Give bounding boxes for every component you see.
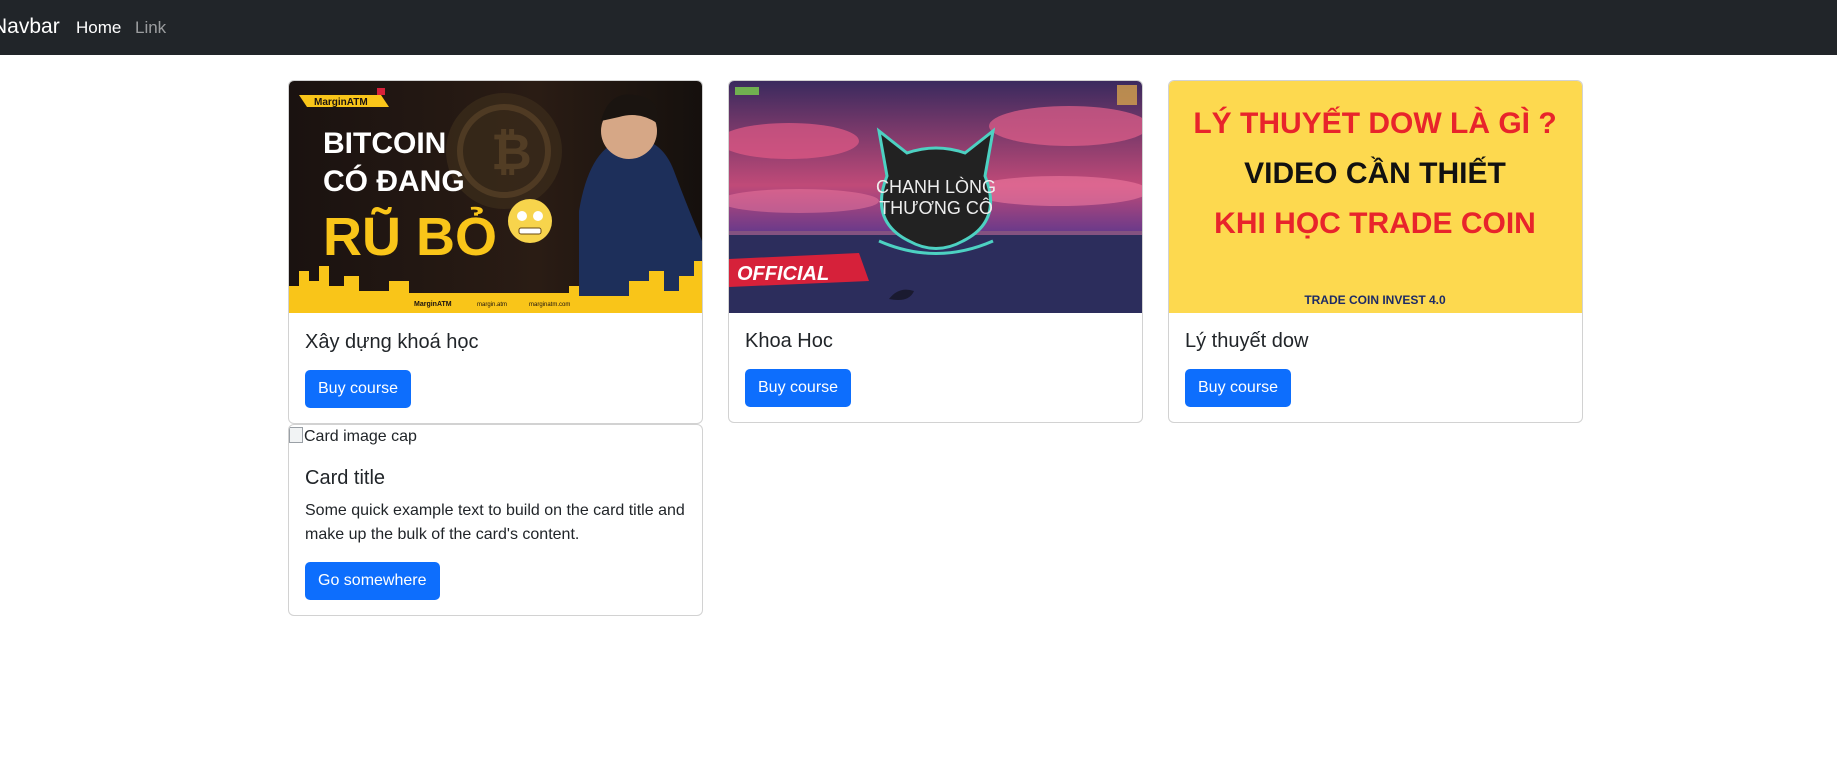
card-image-cap: Card image cap: [289, 427, 417, 446]
nav-link-home[interactable]: Home: [76, 18, 121, 38]
card-title: Xây dựng khoá học: [305, 331, 479, 353]
svg-text:KHI HỌC TRADE COIN: KHI HỌC TRADE COIN: [1214, 207, 1536, 240]
svg-text:OFFICIAL: OFFICIAL: [737, 263, 829, 285]
svg-text:LÝ THUYẾT DOW LÀ GÌ ?: LÝ THUYẾT DOW LÀ GÌ ?: [1193, 106, 1556, 140]
card-title: Khoa Hoc: [745, 330, 833, 352]
card-thumbnail-bitcoin: ₿ MarginATM BITCOIN CÓ ĐANG RŨ BỎ Margin…: [289, 81, 702, 313]
svg-text:MarginATM: MarginATM: [314, 97, 368, 108]
buy-course-button[interactable]: Buy course: [305, 370, 412, 408]
svg-text:TRADE COIN INVEST 4.0: TRADE COIN INVEST 4.0: [1304, 293, 1446, 307]
svg-text:margin.atm: margin.atm: [477, 302, 507, 308]
svg-text:CHANH LÒNG: CHANH LÒNG: [876, 176, 996, 197]
svg-text:BITCOIN: BITCOIN: [323, 127, 446, 160]
course-card-2: CHANH LÒNG THƯƠNG CÔ OFFICIAL Khoa Hoc B…: [728, 80, 1143, 423]
svg-text:CÓ ĐANG: CÓ ĐANG: [323, 164, 465, 198]
course-card-3: LÝ THUYẾT DOW LÀ GÌ ? VIDEO CẦN THIẾT KH…: [1168, 80, 1583, 423]
navbar-brand[interactable]: Navbar: [0, 15, 60, 39]
svg-text:₿: ₿: [491, 124, 532, 180]
card-image-alt-text: Card image cap: [304, 428, 417, 445]
card-thumbnail-dow-theory: LÝ THUYẾT DOW LÀ GÌ ? VIDEO CẦN THIẾT KH…: [1169, 81, 1582, 313]
go-somewhere-button[interactable]: Go somewhere: [305, 562, 440, 600]
course-card-1: ₿ MarginATM BITCOIN CÓ ĐANG RŨ BỎ Margin…: [288, 80, 703, 424]
navbar: Navbar Home Link: [0, 0, 1837, 55]
card-title: Lý thuyết dow: [1185, 330, 1309, 352]
card-title: Card title: [305, 467, 386, 489]
nav-link-link[interactable]: Link: [135, 18, 166, 38]
card-text: Some quick example text to build on the …: [305, 502, 685, 543]
svg-text:MarginATM: MarginATM: [414, 301, 452, 308]
card-thumbnail-music: CHANH LÒNG THƯƠNG CÔ OFFICIAL: [729, 81, 1142, 313]
svg-text:THƯƠNG CÔ: THƯƠNG CÔ: [879, 197, 993, 218]
buy-course-button[interactable]: Buy course: [745, 369, 852, 407]
broken-image-icon: [289, 427, 303, 443]
svg-text:marginatm.com: marginatm.com: [529, 302, 570, 308]
example-card: Card image cap Card title Some quick exa…: [288, 424, 703, 616]
buy-course-button[interactable]: Buy course: [1185, 369, 1292, 407]
svg-text:VIDEO CẦN THIẾT: VIDEO CẦN THIẾT: [1244, 156, 1506, 190]
svg-text:RŨ BỎ: RŨ BỎ: [323, 207, 497, 267]
